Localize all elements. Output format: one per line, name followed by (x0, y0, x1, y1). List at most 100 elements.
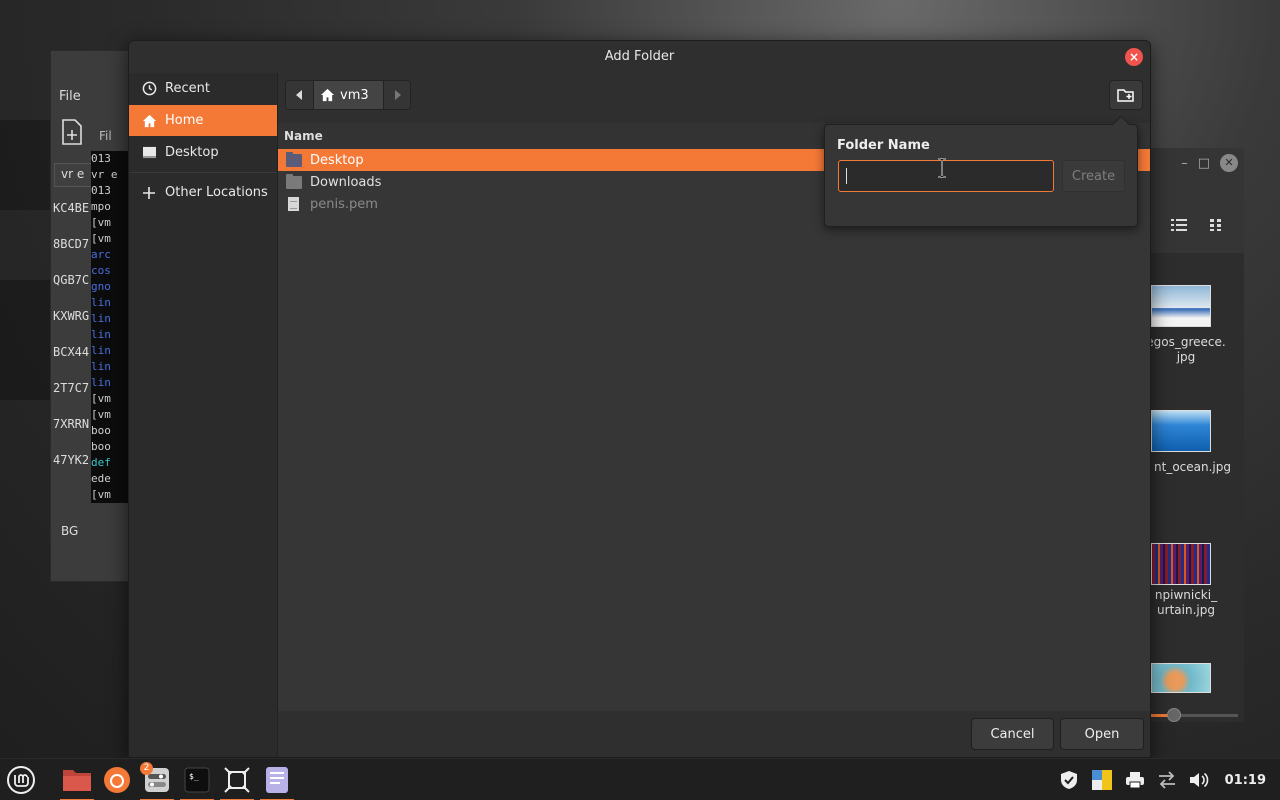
terminal-line: lin (91, 376, 111, 389)
taskbar-text-editor[interactable] (258, 762, 296, 800)
firefox-icon (104, 767, 130, 793)
terminal-line: [vm (91, 232, 111, 245)
terminal-line: arc (91, 248, 111, 261)
path-back-button[interactable] (286, 81, 313, 109)
volume-icon[interactable] (1189, 771, 1209, 789)
thumbnail-label: nt_ocean.jpg (1154, 460, 1231, 474)
open-button[interactable]: Open (1060, 718, 1144, 750)
terminal-line: [vm (91, 408, 111, 421)
color-palette-icon[interactable] (1091, 769, 1113, 791)
maximize-icon[interactable]: □ (1198, 156, 1210, 171)
create-button[interactable]: Create (1062, 160, 1125, 192)
desktop-icon (141, 145, 157, 161)
background-tab[interactable]: vr e (54, 163, 96, 187)
path-crumb-home[interactable]: vm3 (313, 81, 383, 109)
popover-title: Folder Name (837, 138, 930, 153)
terminal-line: [vm (91, 392, 111, 405)
printer-icon[interactable] (1125, 771, 1145, 789)
terminal-line: 013 (91, 184, 111, 197)
terminal-line: mpo (91, 200, 111, 213)
terminal-line: lin (91, 344, 111, 357)
terminal-line: [vm (91, 216, 111, 229)
clock-icon (141, 81, 157, 97)
mint-logo-icon (7, 766, 35, 794)
new-folder-button[interactable] (1109, 80, 1143, 110)
close-button[interactable]: × (1125, 48, 1143, 66)
shield-icon[interactable] (1059, 770, 1079, 790)
thumbnail[interactable] (1151, 285, 1211, 327)
sidebar-item-desktop[interactable]: Desktop (129, 137, 277, 168)
notification-badge: 2 (140, 762, 153, 775)
clock[interactable]: 01:19 (1225, 773, 1266, 788)
code-item: 7XRRN (53, 417, 90, 431)
path-forward-button[interactable] (382, 81, 410, 109)
sidebar-separator (129, 172, 277, 173)
folder-icon (286, 151, 302, 167)
folder-name-popover: Folder Name Create (824, 115, 1138, 227)
folder-icon (63, 770, 91, 791)
file-name: Desktop (310, 152, 364, 168)
taskbar-app-frame[interactable] (218, 762, 256, 800)
svg-text:$_: $_ (189, 772, 199, 781)
code-item: BCX44 (53, 345, 90, 359)
zoom-slider[interactable] (1151, 708, 1238, 722)
frame-icon (224, 767, 250, 793)
terminal-line: def (91, 456, 111, 469)
code-item: KXWRG (53, 309, 90, 323)
sidebar-item-recent[interactable]: Recent (129, 73, 277, 104)
terminal-line: vr e (91, 168, 118, 181)
code-item: QGB7C (53, 273, 90, 287)
thumbnail[interactable] (1151, 410, 1211, 452)
file-name: penis.pem (310, 196, 378, 212)
file-name: Downloads (310, 174, 382, 190)
sidebar-item-home[interactable]: Home (129, 105, 277, 136)
terminal-line: ede (91, 472, 111, 485)
folder-icon (286, 173, 302, 189)
network-transfer-icon[interactable] (1157, 771, 1177, 789)
close-icon[interactable]: ✕ (1220, 154, 1238, 172)
thumbnail-label: egos_greece. jpg (1146, 335, 1226, 364)
taskbar-firefox[interactable] (98, 762, 136, 798)
text-cursor-icon (938, 158, 946, 178)
terminal-line: boo (91, 424, 111, 437)
home-icon (141, 113, 157, 129)
list-view-icon[interactable] (1171, 218, 1187, 232)
new-folder-icon (1117, 89, 1134, 102)
terminal-line: [vm (91, 488, 111, 501)
taskbar-terminal[interactable]: $_ (178, 762, 216, 800)
code-item: KC4BE (53, 201, 90, 215)
minimize-icon[interactable]: – (1181, 156, 1188, 171)
thumbnail-grid: egos_greece. jpg nt_ocean.jpg npiwnicki_… (1141, 253, 1244, 722)
taskbar-files[interactable] (58, 762, 96, 800)
code-item: 8BCD7 (53, 237, 90, 251)
sidebar-item-other-locations[interactable]: Other Locations (129, 177, 277, 208)
dialog-title: Add Folder (604, 49, 675, 64)
path-crumb-label: vm3 (340, 87, 369, 103)
terminal-icon: $_ (184, 767, 210, 793)
thumbnail[interactable] (1151, 543, 1211, 585)
terminal-line: lin (91, 296, 111, 309)
terminal-line: cos (91, 264, 111, 277)
terminal-line: 013 (91, 152, 111, 165)
sidebar-item-label: Recent (165, 81, 210, 96)
menu-button[interactable] (2, 762, 40, 798)
new-file-icon[interactable] (61, 119, 83, 145)
menu-file[interactable]: File (59, 89, 81, 104)
grid-view-icon[interactable] (1209, 218, 1223, 232)
cancel-button[interactable]: Cancel (971, 718, 1054, 750)
terminal-line: gno (91, 280, 111, 293)
terminal-line: boo (91, 440, 111, 453)
toolbar-label: Fil (99, 129, 112, 143)
sidebar-item-label: Desktop (165, 145, 219, 160)
home-icon (320, 88, 335, 102)
taskbar-software-manager[interactable]: 2 (138, 762, 176, 800)
dialog-toolbar: vm3 (278, 73, 1150, 123)
chevron-right-icon (394, 90, 401, 100)
text-caret (846, 168, 847, 184)
thumbnail-label: npiwnicki_ urtain.jpg (1154, 588, 1218, 617)
thumbnail[interactable] (1151, 663, 1211, 693)
text-editor-icon (266, 767, 288, 793)
image-viewer-window[interactable]: – □ ✕ egos_greece. jpg nt_ocean.jpg npiw… (1140, 148, 1244, 722)
chevron-left-icon (295, 90, 302, 100)
dialog-header: Add Folder × (129, 41, 1150, 73)
